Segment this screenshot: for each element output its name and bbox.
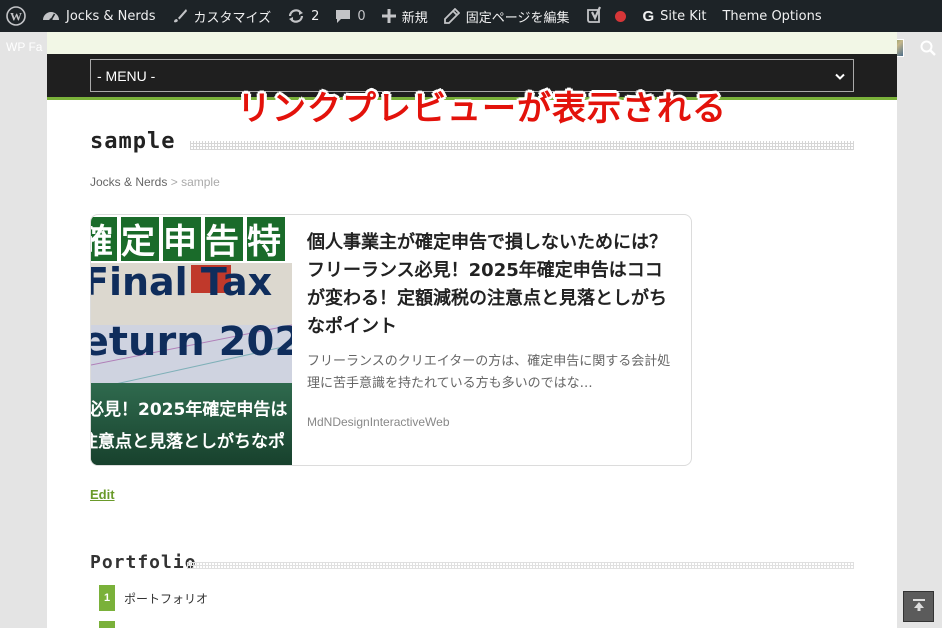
svg-text:W: W: [10, 10, 22, 24]
admin-search[interactable]: [920, 40, 936, 60]
google-icon: G: [642, 7, 655, 25]
chevron-down-icon: [835, 68, 845, 84]
portfolio-item-number: 1: [99, 585, 115, 611]
wordpress-menu[interactable]: W: [0, 0, 34, 32]
yoast-icon: [585, 6, 605, 26]
scroll-top-button[interactable]: [903, 591, 934, 622]
right-margin: [897, 32, 942, 628]
edit-link[interactable]: Edit: [90, 487, 115, 502]
theme-options-menu[interactable]: Theme Options: [714, 0, 829, 32]
admin-bar: W Jocks & Nerds カスタマイズ 2 0 新規 固定ページを編集 G…: [0, 0, 942, 32]
left-margin: [0, 32, 47, 628]
theme-options-label: Theme Options: [722, 8, 822, 24]
page-content: - MENU - リンクプレビューが表示される sample Jocks & N…: [47, 32, 897, 628]
dashboard-icon: [42, 8, 60, 24]
menu-select-value: - MENU -: [97, 67, 156, 84]
customize-menu[interactable]: カスタマイズ: [164, 0, 280, 32]
site-name-label: Jocks & Nerds: [66, 8, 156, 24]
breadcrumb-home[interactable]: Jocks & Nerds: [90, 175, 167, 189]
seo-status-dot: [615, 10, 627, 22]
link-preview-card[interactable]: 確定申告特集 Final Tax Return 2025 必見！2025年確定申…: [90, 214, 692, 466]
portfolio-item-number: [99, 621, 115, 628]
thumbnail-line-4: 必見！2025年確定申告は: [91, 399, 287, 420]
edit-page-label: 固定ページを編集: [465, 10, 570, 26]
breadcrumb-current: sample: [181, 175, 220, 189]
title-divider: [190, 141, 854, 150]
portfolio-heading: Portfolio: [90, 552, 197, 573]
updates-count: 2: [311, 8, 320, 24]
portfolio-item[interactable]: [99, 621, 124, 628]
pencil-icon: [443, 8, 460, 24]
page-title: sample: [90, 129, 176, 154]
thumbnail-line-5: 注意点と見落としがちなポ: [91, 431, 285, 452]
updates-icon: [287, 7, 305, 25]
customize-label: カスタマイズ: [193, 10, 272, 26]
comments-count: 0: [357, 8, 366, 24]
thumbnail-line-2: Final Tax: [91, 260, 272, 304]
wordpress-icon: W: [6, 6, 26, 26]
edit-page-menu[interactable]: 固定ページを編集: [436, 0, 578, 32]
top-strip: [47, 32, 897, 54]
portfolio-item[interactable]: 1 ポートフォリオ: [99, 585, 208, 611]
thumbnail-line-3: Return 2025: [91, 319, 292, 365]
annotation-caption: リンクプレビューが表示される: [237, 89, 727, 129]
site-kit-label: Site Kit: [660, 8, 707, 24]
breadcrumb: Jocks & Nerds > sample: [90, 175, 220, 189]
search-icon: [920, 40, 936, 60]
thumbnail-line-1: 確定申告特集: [91, 222, 292, 262]
side-text: WP Fa: [6, 40, 43, 54]
comment-icon: [335, 8, 351, 24]
brush-icon: [172, 8, 188, 24]
comments-menu[interactable]: 0: [327, 0, 373, 32]
card-site-name: MdNDesignInteractiveWeb: [307, 415, 450, 429]
new-label: 新規: [401, 10, 428, 26]
portfolio-item-label: ポートフォリオ: [124, 591, 209, 606]
yoast-menu[interactable]: [577, 0, 634, 32]
plus-icon: [381, 9, 396, 23]
breadcrumb-separator: >: [170, 175, 178, 189]
scroll-top-icon: [912, 597, 926, 616]
new-content-menu[interactable]: 新規: [374, 0, 436, 32]
card-description: フリーランスのクリエイターの方は、確定申告に関する会計処理に苦手意識を持たれてい…: [307, 354, 671, 391]
site-name-menu[interactable]: Jocks & Nerds: [34, 0, 164, 32]
updates-menu[interactable]: 2: [279, 0, 327, 32]
card-thumbnail: 確定申告特集 Final Tax Return 2025 必見！2025年確定申…: [91, 215, 292, 465]
card-title[interactable]: 個人事業主が確定申告で損しないためには？フリーランス必見！2025年確定申告はコ…: [307, 229, 677, 341]
portfolio-divider: [187, 562, 854, 569]
site-kit-menu[interactable]: G Site Kit: [634, 0, 714, 32]
